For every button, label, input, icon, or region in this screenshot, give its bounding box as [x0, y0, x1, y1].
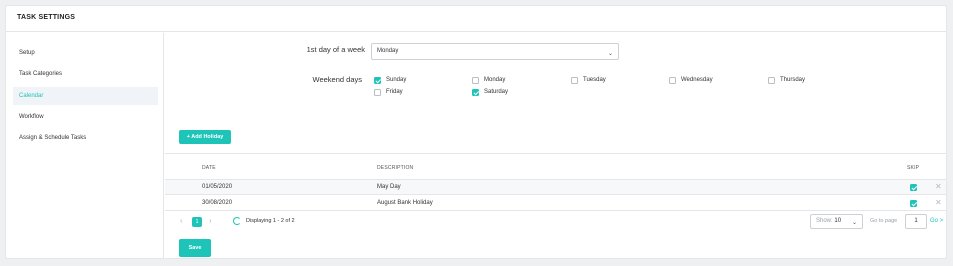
- goto-page-label: Go to page: [870, 218, 898, 224]
- checkbox-monday[interactable]: [472, 77, 479, 84]
- sidebar-item-task-categories[interactable]: Task Categories: [13, 65, 158, 83]
- page-size-label: Show:: [816, 218, 833, 224]
- checkbox-saturday-label: Saturday: [484, 89, 509, 95]
- refresh-icon[interactable]: [233, 217, 241, 225]
- close-icon[interactable]: ✕: [935, 198, 942, 207]
- panel-header: TASK SETTINGS: [6, 6, 946, 32]
- displaying-count: Displaying 1 - 2 of 2: [246, 218, 295, 224]
- page-size-value: 10: [834, 218, 842, 224]
- chevron-down-icon: ⌄: [607, 51, 613, 57]
- sidebar-item-calendar[interactable]: Calendar: [13, 87, 158, 105]
- checkbox-sunday[interactable]: [374, 77, 381, 84]
- first-day-select[interactable]: Monday ⌄: [371, 43, 619, 60]
- checkbox-friday[interactable]: [374, 89, 381, 96]
- checkbox-wednesday[interactable]: [669, 77, 676, 84]
- checkbox-wednesday-label: Wednesday: [681, 77, 713, 83]
- close-icon[interactable]: ✕: [935, 182, 942, 191]
- checkbox-tuesday[interactable]: [571, 77, 578, 84]
- table-row: 30/08/2020 August Bank Holiday ✕: [165, 196, 946, 211]
- sidebar-item-setup[interactable]: Setup: [13, 44, 158, 62]
- holiday-date: 30/08/2020: [202, 200, 233, 206]
- next-page-button[interactable]: ›: [209, 216, 212, 225]
- column-header-skip: SKIP: [907, 165, 920, 171]
- checkbox-monday-label: Monday: [484, 77, 506, 83]
- calendar-settings: 1st day of a week Monday ⌄ Weekend days …: [165, 33, 946, 259]
- page-size-select[interactable]: Show: 10 ⌄: [810, 214, 863, 229]
- sidebar: Setup Task Categories Calendar Workflow …: [6, 33, 164, 259]
- task-settings-panel: TASK SETTINGS Setup Task Categories Cale…: [5, 5, 947, 259]
- column-header-date: DATE: [202, 165, 216, 171]
- skip-checkbox[interactable]: [910, 184, 917, 191]
- add-holiday-button[interactable]: + Add Holiday: [179, 130, 231, 144]
- page-title: TASK SETTINGS: [17, 14, 76, 21]
- table-row: 01/05/2020 May Day ✕: [165, 180, 946, 195]
- checkbox-sunday-label: Sunday: [386, 77, 407, 83]
- prev-page-button[interactable]: ‹: [180, 216, 183, 225]
- checkbox-saturday[interactable]: [472, 89, 479, 96]
- sidebar-item-assign-schedule[interactable]: Assign & Schedule Tasks: [13, 129, 158, 147]
- checkbox-tuesday-label: Tuesday: [583, 77, 606, 83]
- weekend-days-label: Weekend days: [312, 75, 362, 84]
- holiday-description: May Day: [377, 184, 401, 190]
- holiday-description: August Bank Holiday: [377, 200, 433, 206]
- checkbox-thursday-label: Thursday: [780, 77, 806, 83]
- holiday-date: 01/05/2020: [202, 184, 233, 190]
- save-button[interactable]: Save: [179, 239, 211, 257]
- table-top-border: [165, 153, 946, 154]
- checkbox-thursday[interactable]: [768, 77, 775, 84]
- go-button[interactable]: Go >: [930, 218, 943, 224]
- checkbox-friday-label: Friday: [386, 89, 403, 95]
- first-day-value: Monday: [377, 48, 399, 54]
- sidebar-item-workflow[interactable]: Workflow: [13, 108, 158, 126]
- column-header-description: DESCRIPTION: [377, 165, 414, 171]
- current-page-button[interactable]: 1: [192, 217, 202, 227]
- chevron-down-icon: ⌄: [851, 220, 857, 226]
- skip-checkbox[interactable]: [910, 200, 917, 207]
- goto-page-input[interactable]: 1: [905, 214, 927, 229]
- first-day-label: 1st day of a week: [306, 45, 365, 54]
